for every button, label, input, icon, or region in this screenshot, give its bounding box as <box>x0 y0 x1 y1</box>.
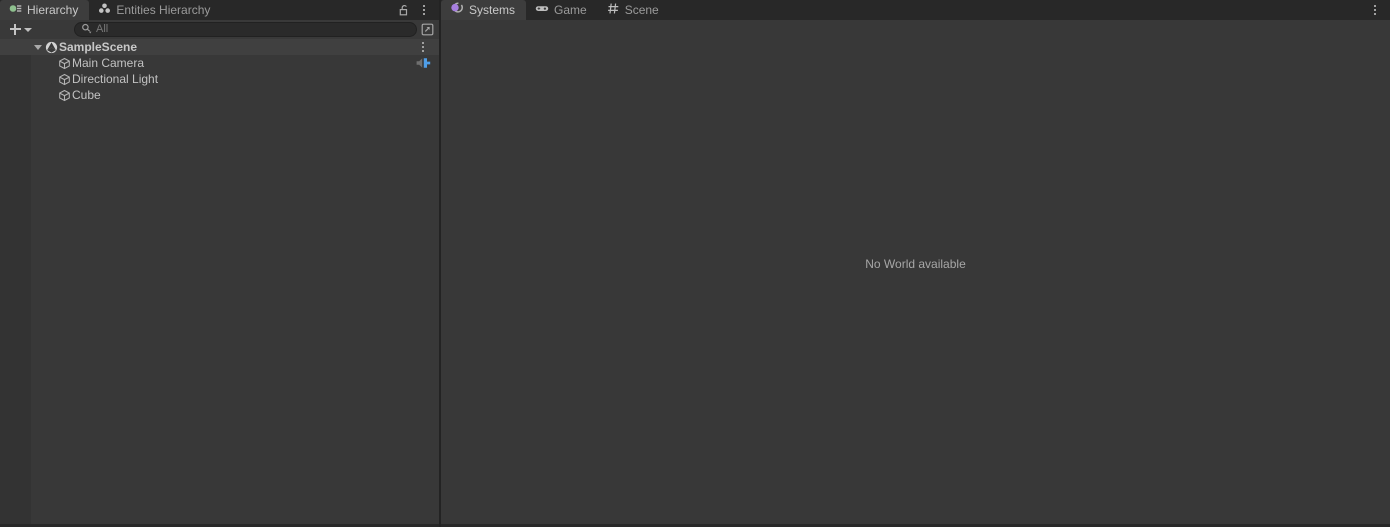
gameobject-cube-icon <box>57 89 72 102</box>
tree-row-sample-scene[interactable]: SampleScene <box>0 39 439 55</box>
search-icon <box>81 23 92 37</box>
tree-row-label: Directional Light <box>72 72 159 86</box>
entities-cluster-icon <box>98 2 111 18</box>
tab-entities-hierarchy[interactable]: Entities Hierarchy <box>89 0 221 20</box>
systems-tab-actions <box>1366 0 1390 20</box>
tree-row-main-camera[interactable]: Main Camera <box>0 55 439 71</box>
hierarchy-tree: SampleScene Main Camera Directional Ligh… <box>0 39 439 527</box>
tab-game[interactable]: Game <box>526 0 598 20</box>
hierarchy-panel: Hierarchy Entities Hierarchy All SampleS… <box>0 0 441 527</box>
tree-row-cube[interactable]: Cube <box>0 87 439 103</box>
hierarchy-tab-actions <box>395 0 439 20</box>
lock-icon[interactable] <box>395 1 413 19</box>
systems-tabbar: Systems Game Scene <box>441 0 1390 20</box>
tab-game-label: Game <box>554 3 587 17</box>
tree-row-label: Cube <box>72 88 101 102</box>
expand-toggle-sample-scene[interactable] <box>31 44 44 50</box>
tab-hierarchy-label: Hierarchy <box>27 3 79 17</box>
unity-editor-window: Hierarchy Entities Hierarchy All SampleS… <box>0 0 1390 527</box>
hierarchy-kebab-menu-icon[interactable] <box>415 1 433 19</box>
hierarchy-tree-gutter <box>0 39 31 527</box>
hierarchy-search-wrap: All <box>74 22 436 38</box>
main-camera-row-actions <box>414 55 432 71</box>
search-placeholder: All <box>96 23 109 35</box>
systems-panel: Systems Game Scene No World available <box>441 0 1390 527</box>
chevron-down-icon <box>33 44 42 50</box>
tabbar-spacer <box>221 0 395 20</box>
unity-scene-icon <box>44 41 59 54</box>
tab-scene-label: Scene <box>624 3 659 17</box>
tab-systems[interactable]: Systems <box>441 0 527 20</box>
scene-grid-icon <box>607 2 620 18</box>
tab-hierarchy[interactable]: Hierarchy <box>0 0 90 20</box>
tab-systems-label: Systems <box>469 3 516 17</box>
object-picker-icon[interactable] <box>418 22 436 38</box>
hierarchy-toolbar: All <box>0 20 439 39</box>
hierarchy-icon <box>9 2 22 18</box>
add-gameobject-button[interactable] <box>6 22 36 38</box>
tree-row-directional-light[interactable]: Directional Light <box>0 71 439 87</box>
systems-content: No World available <box>441 20 1390 527</box>
audio-listener-icon[interactable] <box>414 54 432 72</box>
search-input[interactable]: All <box>74 22 417 37</box>
tab-entities-hierarchy-label: Entities Hierarchy <box>116 3 211 17</box>
gamepad-icon <box>535 2 549 18</box>
gameobject-cube-icon <box>57 73 72 86</box>
tabbar-spacer-right <box>670 0 1366 20</box>
caret-down-icon <box>24 27 32 32</box>
hierarchy-tree-rows: SampleScene Main Camera Directional Ligh… <box>0 39 439 103</box>
hierarchy-tabbar: Hierarchy Entities Hierarchy <box>0 0 439 20</box>
empty-state-message: No World available <box>865 256 966 271</box>
systems-icon <box>450 2 464 18</box>
scene-row-actions <box>414 39 432 55</box>
tree-row-label: Main Camera <box>72 56 145 70</box>
tree-row-label: SampleScene <box>59 40 138 54</box>
tab-scene[interactable]: Scene <box>598 0 670 20</box>
systems-kebab-menu-icon[interactable] <box>1366 1 1384 19</box>
plus-icon <box>10 24 21 35</box>
gameobject-cube-icon <box>57 57 72 70</box>
